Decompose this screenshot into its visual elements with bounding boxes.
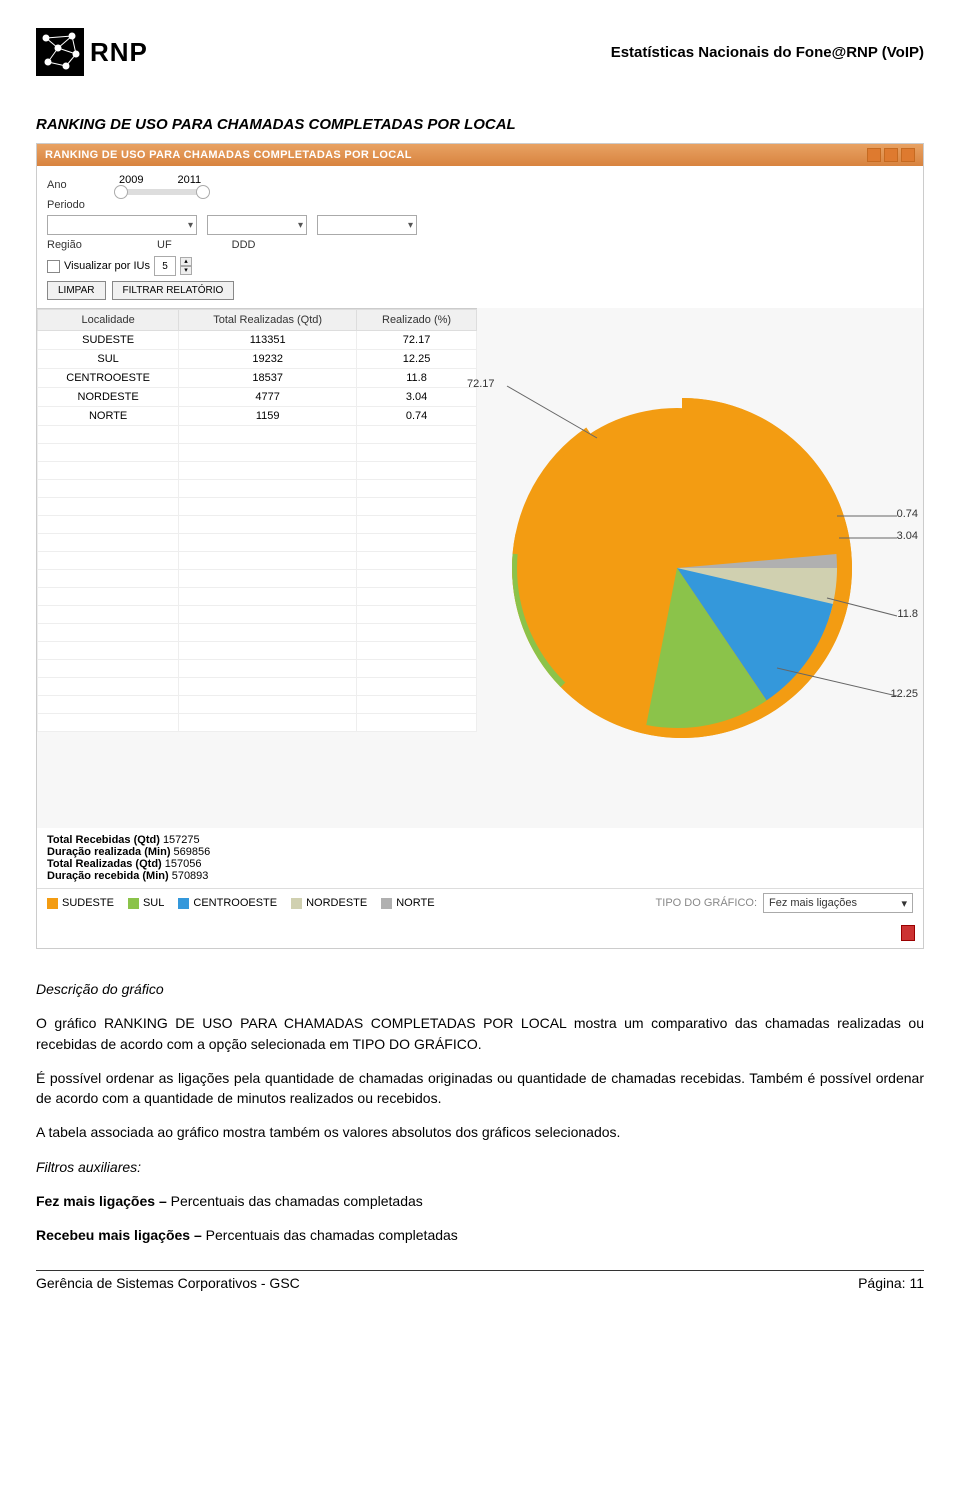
ddd-dropdown[interactable] xyxy=(317,215,417,235)
tipo-grafico-dropdown[interactable]: Fez mais ligações▾ xyxy=(763,893,913,913)
table-row xyxy=(38,534,477,552)
uf-dropdown[interactable] xyxy=(207,215,307,235)
swatch-sudeste xyxy=(47,898,58,909)
totals-block: Total Recebidas (Qtd) 157275 Duração rea… xyxy=(37,828,923,888)
paragraph: A tabela associada ao gráfico mostra tam… xyxy=(36,1122,924,1142)
table-row xyxy=(38,642,477,660)
table-row: SUDESTE11335172.17 xyxy=(38,331,477,350)
legend: SUDESTE SUL CENTROOESTE NORDESTE NORTE T… xyxy=(37,888,923,921)
periodo-label: Periodo xyxy=(47,199,97,211)
col-total-realizadas[interactable]: Total Realizadas (Qtd) xyxy=(179,310,357,331)
logo-text: RNP xyxy=(90,37,148,68)
regiao-label: Região xyxy=(47,239,97,251)
table-row xyxy=(38,606,477,624)
page-header-title: Estatísticas Nacionais do Fone@RNP (VoIP… xyxy=(611,44,924,61)
table-row xyxy=(38,444,477,462)
panel-title: RANKING DE USO PARA CHAMADAS COMPLETADAS… xyxy=(45,149,412,161)
swatch-norte xyxy=(381,898,392,909)
table-row xyxy=(38,660,477,678)
table-row: SUL1923212.25 xyxy=(38,350,477,369)
spin-down-icon[interactable]: ▾ xyxy=(180,266,192,275)
descricao-heading: Descrição do gráfico xyxy=(36,979,924,999)
table-row xyxy=(38,624,477,642)
table-row xyxy=(38,552,477,570)
footer-left: Gerência de Sistemas Corporativos - GSC xyxy=(36,1275,300,1291)
close-icon[interactable] xyxy=(901,148,915,162)
export-pdf-icon[interactable] xyxy=(901,925,915,941)
minimize-icon[interactable] xyxy=(867,148,881,162)
restore-icon[interactable] xyxy=(884,148,898,162)
table-row xyxy=(38,714,477,732)
data-table: Localidade Total Realizadas (Qtd) Realiz… xyxy=(37,309,477,732)
filtrar-button[interactable]: FILTRAR RELATÓRIO xyxy=(112,281,235,300)
table-row xyxy=(38,516,477,534)
paragraph: O gráfico RANKING DE USO PARA CHAMADAS C… xyxy=(36,1013,924,1054)
swatch-sul xyxy=(128,898,139,909)
table-row xyxy=(38,696,477,714)
filtros-heading: Filtros auxiliares: xyxy=(36,1157,924,1177)
table-row xyxy=(38,570,477,588)
section-title: RANKING DE USO PARA CHAMADAS COMPLETADAS… xyxy=(36,116,924,133)
col-realizado-pct[interactable]: Realizado (%) xyxy=(357,310,477,331)
tipo-grafico-label: TIPO DO GRÁFICO: xyxy=(656,897,757,909)
uf-label: UF xyxy=(157,239,172,251)
limpar-button[interactable]: LIMPAR xyxy=(47,281,106,300)
table-row xyxy=(38,498,477,516)
swatch-nordeste xyxy=(291,898,302,909)
pie-chart: 72.17 0.74 3.04 11.8 12.25 xyxy=(477,308,923,828)
table-row xyxy=(38,426,477,444)
page-footer: Gerência de Sistemas Corporativos - GSC … xyxy=(36,1270,924,1291)
panel-header: RANKING DE USO PARA CHAMADAS COMPLETADAS… xyxy=(37,144,923,166)
col-localidade[interactable]: Localidade xyxy=(38,310,179,331)
ano-label: Ano xyxy=(47,179,97,191)
paragraph: É possível ordenar as ligações pela quan… xyxy=(36,1068,924,1109)
logo: RNP xyxy=(36,28,148,76)
table-row xyxy=(38,678,477,696)
filter-controls: Ano 2009 2011 Periodo Região UF xyxy=(37,166,923,308)
table-row xyxy=(38,462,477,480)
table-row: NORTE11590.74 xyxy=(38,407,477,426)
ddd-label: DDD xyxy=(232,239,256,251)
visualizar-ius-label: Visualizar por IUs xyxy=(64,260,150,272)
table-row xyxy=(38,588,477,606)
report-panel: RANKING DE USO PARA CHAMADAS COMPLETADAS… xyxy=(36,143,924,949)
swatch-centrooeste xyxy=(178,898,189,909)
regiao-dropdown[interactable] xyxy=(47,215,197,235)
spin-up-icon[interactable]: ▴ xyxy=(180,257,192,266)
footer-right: Página: 11 xyxy=(858,1275,924,1291)
table-row: CENTROOESTE1853711.8 xyxy=(38,369,477,388)
year-slider[interactable]: 2009 2011 xyxy=(117,174,207,195)
logo-icon xyxy=(36,28,84,76)
visualizar-ius-checkbox[interactable] xyxy=(47,260,60,273)
table-row xyxy=(38,480,477,498)
table-row: NORDESTE47773.04 xyxy=(38,388,477,407)
ius-count-input[interactable]: 5 xyxy=(154,256,176,276)
